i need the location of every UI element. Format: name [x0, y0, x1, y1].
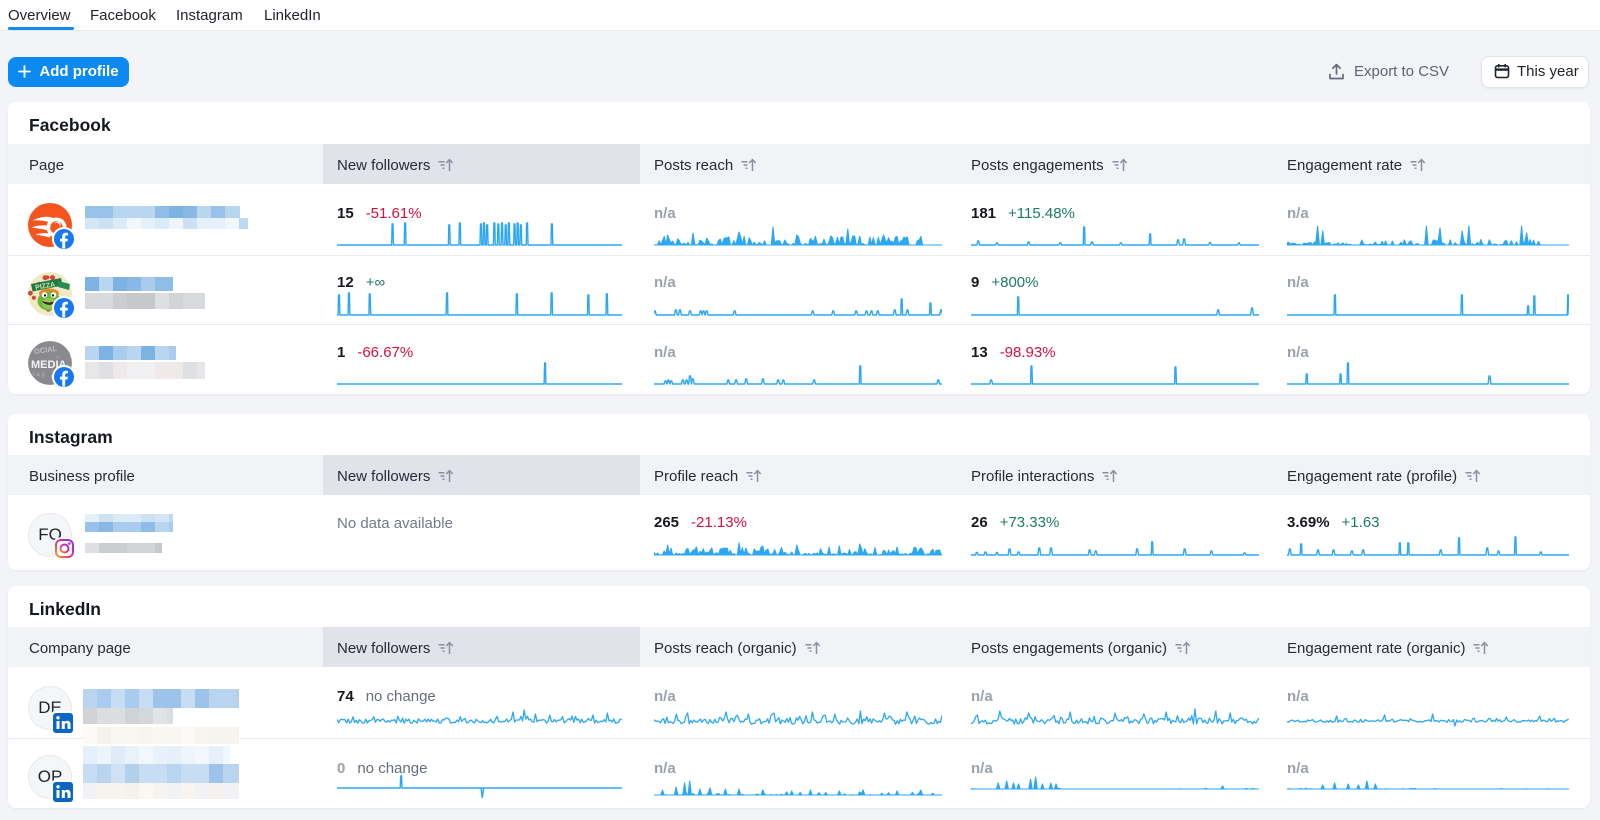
svg-text:is: is — [56, 355, 60, 361]
svg-text:t a g: t a g — [33, 372, 45, 378]
